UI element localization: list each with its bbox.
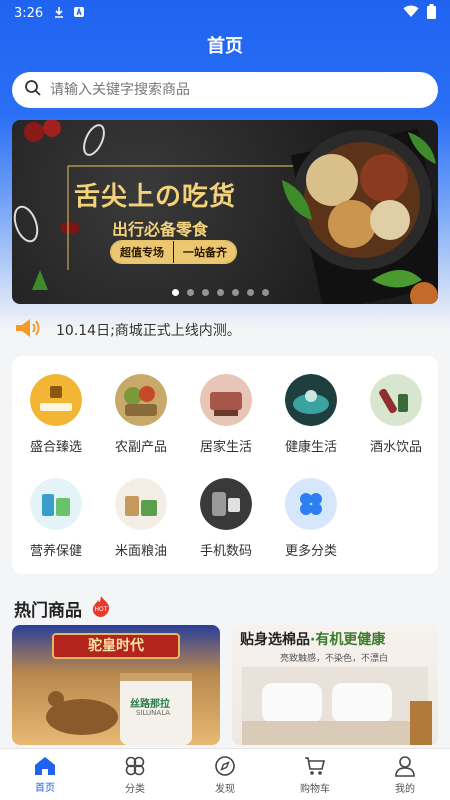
carousel-dot[interactable]: [202, 289, 209, 296]
search-bar[interactable]: [12, 72, 438, 108]
nav-label: 购物车: [300, 783, 330, 795]
hot-badge-text: HOT: [95, 606, 108, 613]
supplements-icon: [30, 478, 82, 530]
hot-products-header: 热门商品 HOT: [14, 594, 114, 622]
more-categories-icon: [285, 478, 337, 530]
category-label: 米面粮油: [114, 544, 167, 559]
compass-icon: [215, 755, 235, 776]
hot-badge-icon: HOT: [88, 594, 114, 622]
wifi-icon: [403, 5, 419, 22]
category-label: 更多分类: [284, 544, 337, 559]
battery-icon: [427, 3, 436, 23]
nav-item-profile[interactable]: 我的: [360, 749, 450, 800]
produce-basket-icon: [115, 374, 167, 426]
wine-drinks-icon: [370, 374, 422, 426]
home-living-icon: [200, 374, 252, 426]
category-grid: 盛合臻选 农副产品 居家生活 健康生活 酒水饮品 营养保健 米面粮油 手机数码 …: [12, 356, 438, 574]
category-item[interactable]: 居家生活: [184, 374, 268, 455]
shenghe-logo-icon: [30, 374, 82, 426]
search-input[interactable]: [50, 82, 410, 98]
category-item[interactable]: 手机数码: [184, 478, 268, 559]
section-title: 热门商品: [14, 600, 82, 621]
health-spa-icon: [285, 374, 337, 426]
category-label: 酒水饮品: [369, 440, 422, 455]
category-label: 居家生活: [199, 440, 252, 455]
category-label: 农副产品: [114, 440, 167, 455]
banner-subline: 出行必备零食: [112, 220, 209, 239]
product-brand: 丝路那拉: [130, 699, 170, 710]
cart-icon: [305, 756, 326, 775]
page-title: 首页: [207, 36, 243, 57]
category-item[interactable]: 米面粮油: [99, 478, 183, 559]
category-icon: [125, 756, 145, 775]
category-item[interactable]: 盛合臻选: [14, 374, 98, 455]
home-icon: [35, 756, 55, 775]
carousel-dot[interactable]: [217, 289, 224, 296]
category-item[interactable]: 更多分类: [269, 478, 353, 559]
banner-tags: 超值专场 一站备齐: [110, 240, 237, 264]
status-time: 3:26: [14, 5, 44, 21]
app-notification-icon: [73, 6, 85, 21]
carousel-dot[interactable]: [247, 289, 254, 296]
grain-oil-icon: [115, 478, 167, 530]
product-brand-sub: SILUNALA: [136, 709, 171, 717]
product-card[interactable]: 贴身选棉品·有机更健康 亮致触感，不染色，不漂白: [232, 625, 438, 745]
product-card[interactable]: 驼皇时代 丝路那拉 SILUNALA: [12, 625, 220, 745]
category-item[interactable]: 农副产品: [99, 374, 183, 455]
category-label: 健康生活: [284, 440, 337, 455]
speaker-icon: [14, 317, 44, 343]
category-label: 营养保健: [29, 544, 82, 559]
category-item[interactable]: 健康生活: [269, 374, 353, 455]
user-icon: [395, 755, 415, 777]
nav-item-cart[interactable]: 购物车: [270, 749, 360, 800]
carousel-dots: [172, 289, 269, 296]
search-icon: [24, 79, 42, 101]
nav-label: 分类: [125, 783, 145, 795]
nav-label: 发现: [215, 783, 235, 795]
category-item[interactable]: 酒水饮品: [354, 374, 438, 455]
banner-tag: 超值专场: [111, 241, 173, 263]
nav-item-discover[interactable]: 发现: [180, 749, 270, 800]
status-bar: 3:26: [0, 0, 450, 26]
nav-label: 我的: [395, 783, 415, 795]
product-image: [242, 667, 432, 745]
banner-tag: 一站备齐: [173, 241, 236, 263]
announcement-text: 10.14日;商城正式上线内测。: [56, 323, 241, 339]
download-status-icon: [53, 6, 65, 21]
promo-banner[interactable]: 舌尖上の吃货 出行必备零食 超值专场 一站备齐: [12, 120, 438, 304]
phone-digital-icon: [200, 478, 252, 530]
nav-item-home[interactable]: 首页: [0, 749, 90, 800]
category-item[interactable]: 营养保健: [14, 478, 98, 559]
category-label: 手机数码: [199, 544, 252, 559]
announcement-bar[interactable]: 10.14日;商城正式上线内测。: [14, 318, 241, 342]
carousel-dot[interactable]: [262, 289, 269, 296]
carousel-dot[interactable]: [187, 289, 194, 296]
carousel-dot[interactable]: [232, 289, 239, 296]
nav-label: 首页: [35, 782, 55, 794]
product-image: [46, 673, 192, 745]
carousel-dot[interactable]: [172, 289, 179, 296]
bottom-nav: 首页 分类 发现 购物车 我的: [0, 748, 450, 800]
category-label: 盛合臻选: [29, 440, 82, 455]
banner-headline: 舌尖上の吃货: [74, 182, 237, 212]
nav-item-category[interactable]: 分类: [90, 749, 180, 800]
